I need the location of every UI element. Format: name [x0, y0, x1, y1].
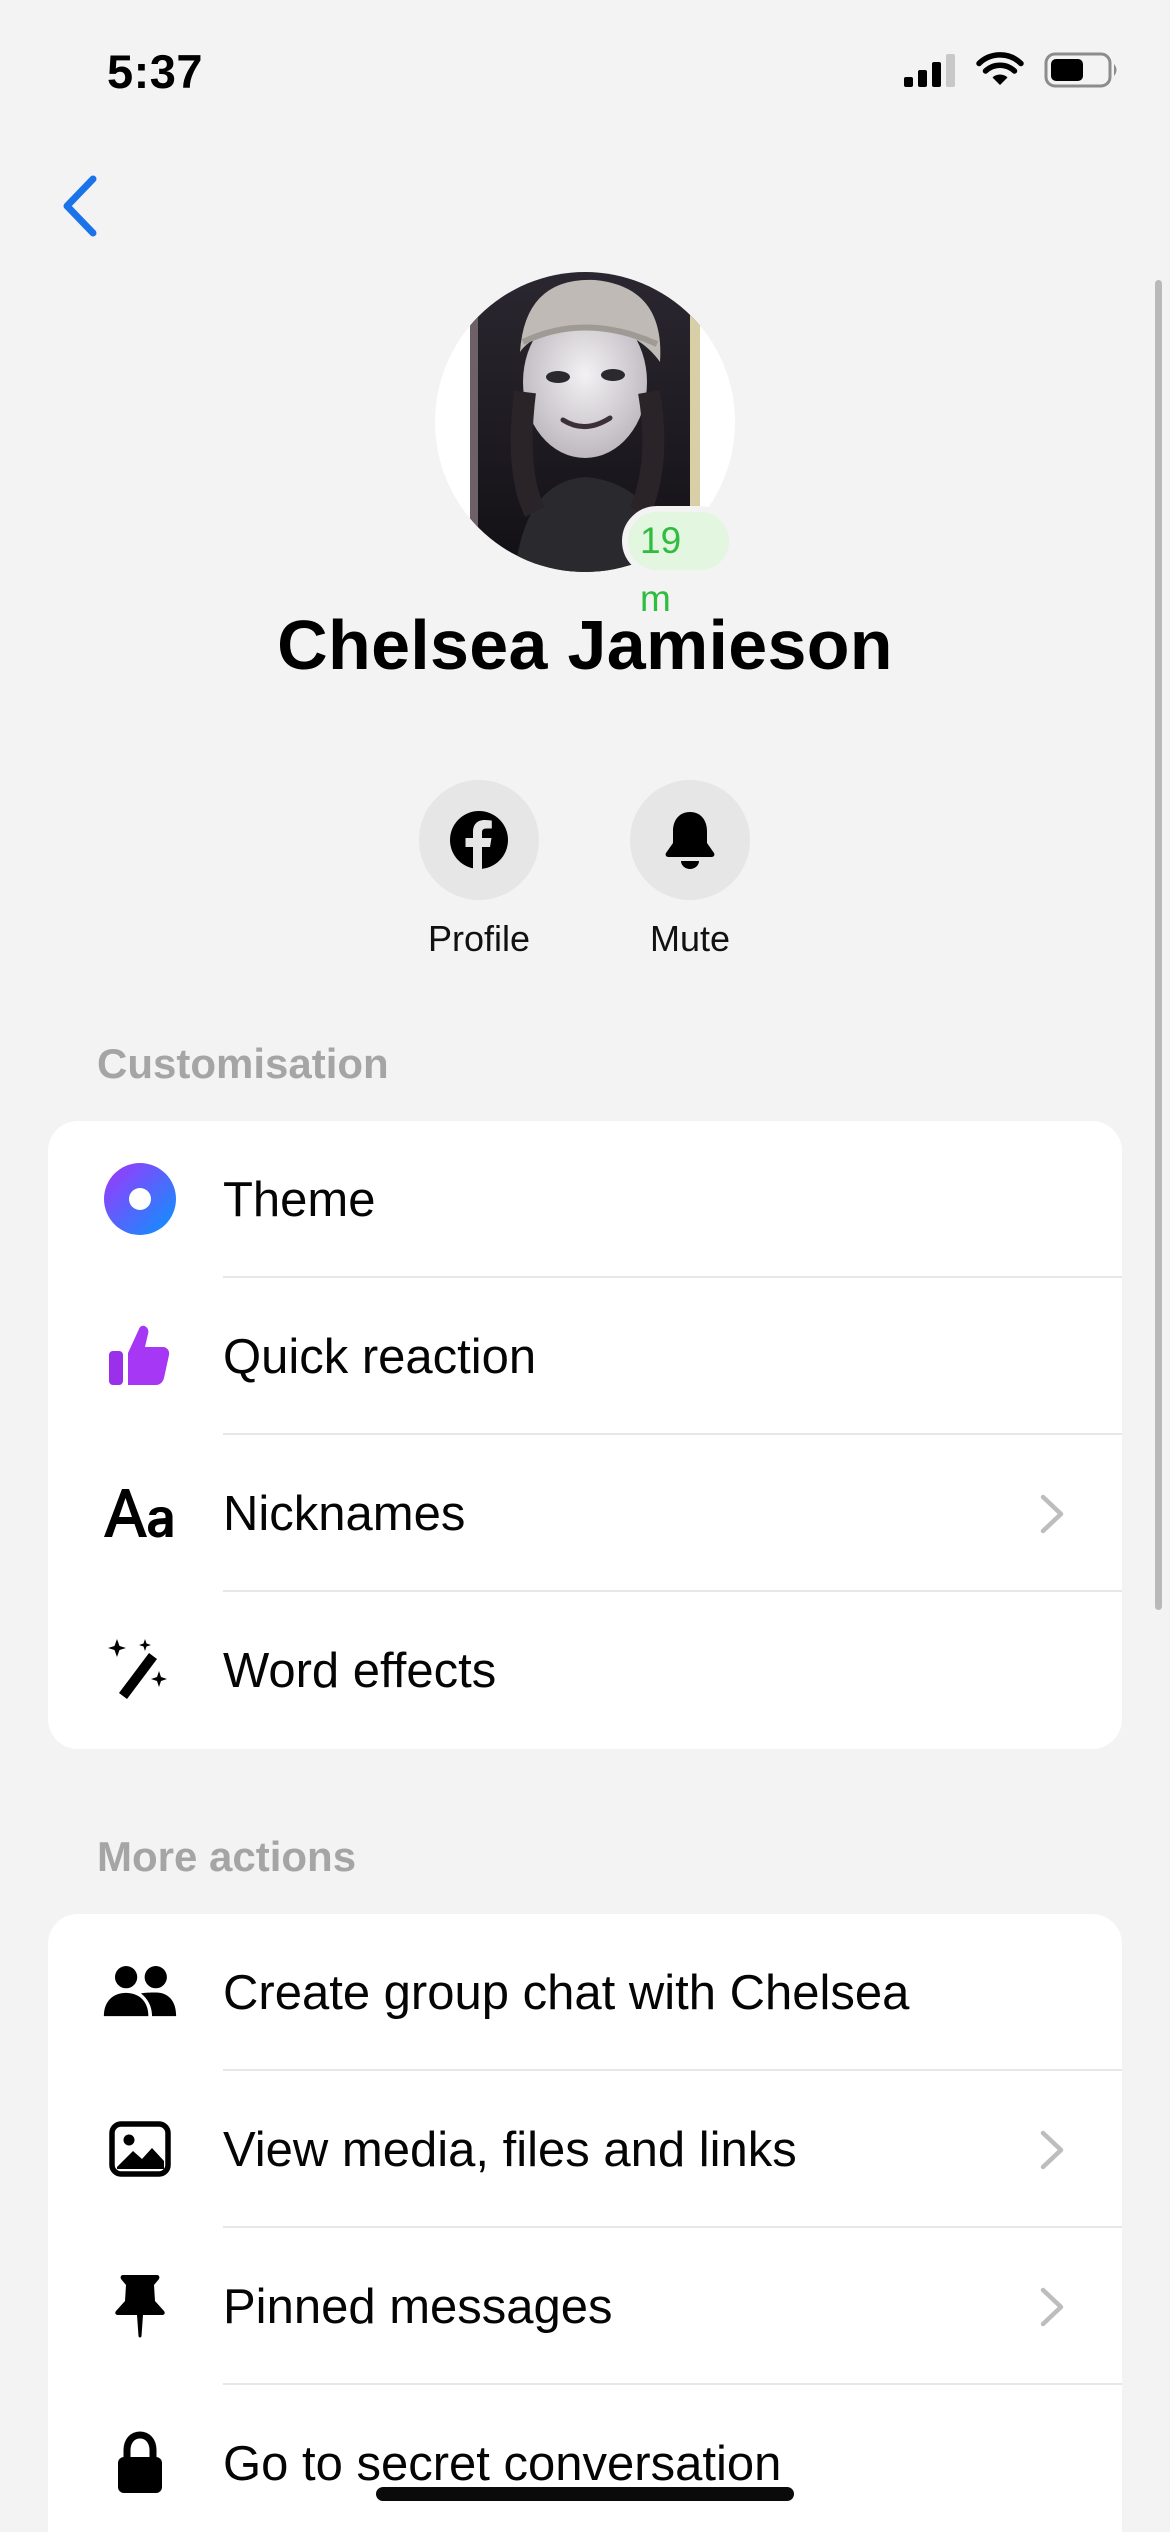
mute-button[interactable]: Mute	[600, 780, 780, 960]
quick-reaction-row[interactable]: Quick reaction	[48, 1278, 1122, 1435]
profile-icon-circle	[419, 780, 539, 900]
chevron-left-icon	[63, 175, 97, 237]
lock-icon	[102, 2425, 178, 2501]
theme-label: Theme	[223, 1172, 376, 1227]
quick-reaction-label: Quick reaction	[223, 1329, 537, 1384]
mute-icon-circle	[630, 780, 750, 900]
pinned-messages-label: Pinned messages	[223, 2279, 613, 2334]
view-media-label: View media, files and links	[223, 2122, 797, 2177]
profile-button[interactable]: Profile	[389, 780, 569, 960]
theme-icon	[102, 1161, 178, 1237]
status-icons	[904, 52, 1120, 88]
people-icon	[102, 1954, 178, 2030]
profile-label: Profile	[427, 918, 531, 959]
create-group-chat-label: Create group chat with Chelsea	[223, 1965, 910, 2020]
chevron-right-icon	[1040, 2130, 1064, 2170]
pinned-messages-row[interactable]: Pinned messages	[48, 2228, 1122, 2385]
presence-badge: 19 m	[622, 506, 735, 619]
theme-row[interactable]: Theme	[48, 1121, 1122, 1278]
chat-settings-screen: 5:37 19 m Chelsea Jamieson Profile Mute …	[0, 0, 1170, 2532]
secret-conversation-row[interactable]: Go to secret conversation	[48, 2385, 1122, 2532]
more-actions-card: Create group chat with Chelsea View medi…	[48, 1914, 1122, 2532]
secret-conversation-label: Go to secret conversation	[223, 2436, 782, 2491]
wifi-icon	[976, 52, 1024, 85]
view-media-row[interactable]: View media, files and links	[48, 2071, 1122, 2228]
create-group-chat-row[interactable]: Create group chat with Chelsea	[48, 1914, 1122, 2071]
bell-icon	[665, 812, 715, 869]
magic-wand-icon	[102, 1632, 178, 1708]
back-button[interactable]	[50, 168, 110, 244]
word-effects-row[interactable]: Word effects	[48, 1592, 1122, 1749]
cellular-signal-icon	[904, 54, 955, 87]
text-aa-icon	[102, 1475, 178, 1551]
word-effects-label: Word effects	[223, 1643, 497, 1698]
chevron-right-icon	[1040, 1494, 1064, 1534]
customisation-card: Theme Quick reaction Nicknames Word effe…	[48, 1121, 1122, 1749]
home-indicator[interactable]	[376, 2487, 794, 2501]
status-time: 5:37	[107, 45, 204, 98]
scroll-indicator[interactable]	[1155, 280, 1162, 1610]
customisation-header: Customisation	[97, 1040, 389, 1087]
pin-icon	[102, 2268, 178, 2344]
more-actions-header: More actions	[97, 1833, 357, 1880]
thumbs-up-icon	[102, 1318, 178, 1394]
battery-icon	[1044, 52, 1117, 88]
contact-avatar-container: 19 m	[435, 272, 735, 619]
nicknames-row[interactable]: Nicknames	[48, 1435, 1122, 1592]
facebook-icon	[450, 811, 508, 870]
contact-name: Chelsea Jamieson	[277, 606, 893, 684]
nicknames-label: Nicknames	[223, 1486, 466, 1541]
image-icon	[102, 2111, 178, 2187]
mute-label: Mute	[649, 918, 731, 959]
chevron-right-icon	[1040, 2287, 1064, 2327]
